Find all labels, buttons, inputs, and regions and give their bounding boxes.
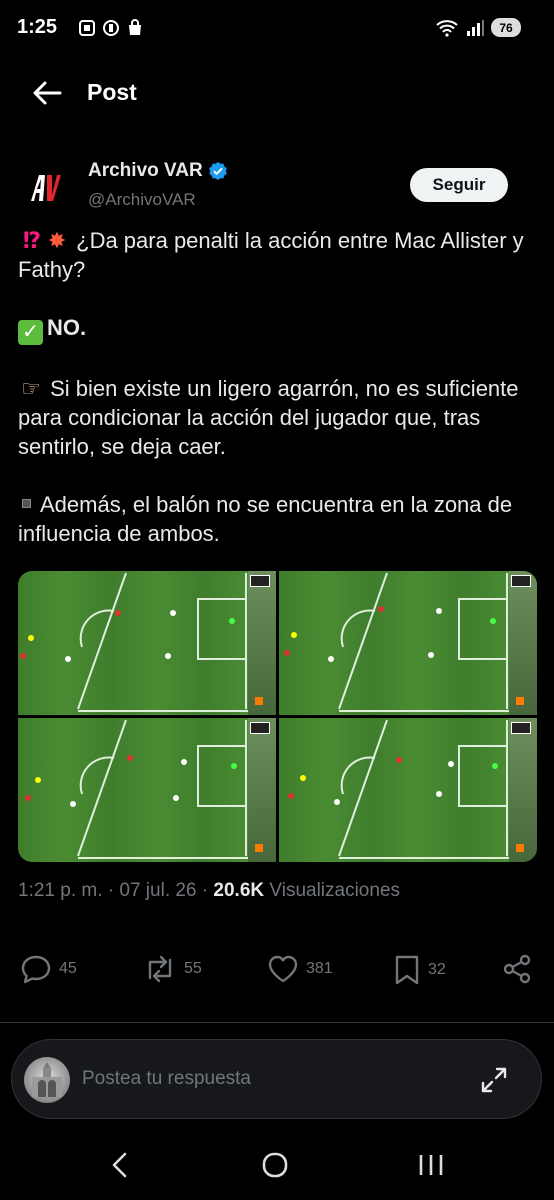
post-paragraph-4: Además, el balón no se encuentra en la z… bbox=[18, 490, 538, 548]
post-text: ⁉ ✸ ¿Da para penalti la acción entre Mac … bbox=[18, 226, 538, 577]
post-text-line-4: Además, el balón no se encuentra en la z… bbox=[18, 492, 513, 546]
media-image-3[interactable] bbox=[18, 718, 276, 862]
divider bbox=[0, 1022, 554, 1023]
battery-indicator: 76 bbox=[491, 18, 521, 37]
bookmark-icon bbox=[395, 955, 419, 985]
score-graphic bbox=[250, 575, 270, 587]
screenshot-icon bbox=[79, 20, 95, 36]
ad-board bbox=[509, 571, 537, 715]
repost-icon bbox=[148, 955, 172, 983]
author-handle[interactable]: @ArchivoVAR bbox=[88, 190, 196, 210]
share-button[interactable] bbox=[502, 954, 532, 984]
ad-board bbox=[248, 718, 276, 862]
post-date: 07 jul. 26 bbox=[119, 880, 197, 901]
expand-icon[interactable] bbox=[479, 1065, 509, 1095]
author-avatar[interactable] bbox=[18, 160, 74, 216]
broadcaster-logo bbox=[255, 697, 263, 705]
repost-count: 55 bbox=[184, 960, 202, 977]
bookmark-button[interactable]: 32 bbox=[393, 954, 446, 986]
top-app-bar: Post bbox=[0, 62, 554, 124]
views-label[interactable]: Visualizaciones bbox=[269, 880, 400, 901]
score-graphic bbox=[250, 722, 270, 734]
recents-nav-icon[interactable] bbox=[418, 1152, 444, 1178]
monument-photo-icon bbox=[32, 1062, 62, 1097]
post-time: 1:21 p. m. bbox=[18, 880, 103, 901]
share-icon bbox=[503, 954, 531, 984]
status-time: 1:25 bbox=[17, 16, 58, 38]
page-title: Post bbox=[87, 79, 137, 105]
post-text-line-2: NO. bbox=[47, 315, 87, 340]
follow-button[interactable]: Seguir bbox=[410, 168, 508, 202]
views-count: 20.6K bbox=[213, 880, 265, 901]
post-meta: 1:21 p. m. · 07 jul. 26 · 20.6K Visualiz… bbox=[18, 880, 401, 901]
ad-board bbox=[509, 718, 537, 862]
reply-button[interactable]: 45 bbox=[20, 954, 77, 984]
post-paragraph-3: ☞ Si bien existe un ligero agarrón, no e… bbox=[18, 374, 538, 461]
score-graphic bbox=[511, 575, 531, 587]
reply-count: 45 bbox=[59, 960, 77, 977]
shopping-bag-icon bbox=[129, 19, 141, 35]
archivo-var-logo-icon bbox=[31, 175, 61, 201]
check-mark-emoji-icon: ✓ bbox=[18, 320, 43, 345]
like-count: 381 bbox=[306, 960, 333, 977]
speech-bubble-icon bbox=[21, 955, 51, 984]
bookmark-count: 32 bbox=[428, 961, 446, 978]
signal-icon bbox=[467, 19, 484, 36]
status-system-icons: 76 bbox=[435, 18, 521, 37]
back-nav-icon[interactable] bbox=[110, 1152, 130, 1178]
post-action-bar: 45 55 381 32 bbox=[0, 948, 554, 992]
broadcaster-logo bbox=[255, 844, 263, 852]
status-bar: 1:25 76 bbox=[0, 0, 554, 58]
wifi-icon bbox=[436, 19, 458, 37]
repost-button[interactable]: 55 bbox=[143, 954, 202, 984]
ad-board bbox=[248, 571, 276, 715]
football-pitch-icon bbox=[288, 719, 509, 859]
author-name-text: Archivo VAR bbox=[88, 160, 203, 181]
post-paragraph-1: ⁉ ✸ ¿Da para penalti la acción entre Mac … bbox=[18, 226, 538, 284]
user-avatar bbox=[24, 1057, 70, 1103]
sync-icon bbox=[103, 20, 119, 36]
black-square-emoji-icon bbox=[22, 499, 31, 508]
post-text-line-3: Si bien existe un ligero agarrón, no es … bbox=[18, 376, 519, 459]
exclamation-question-emoji-icon: ⁉ bbox=[22, 228, 41, 253]
broadcaster-logo bbox=[516, 844, 524, 852]
system-navigation-bar bbox=[0, 1130, 554, 1200]
verified-badge-icon bbox=[208, 162, 227, 180]
heart-icon bbox=[268, 955, 298, 983]
author-name[interactable]: Archivo VAR bbox=[88, 160, 228, 182]
broadcaster-logo bbox=[516, 697, 524, 705]
football-pitch-icon bbox=[20, 572, 248, 712]
post-text-line-1: ¿Da para penalti la acción entre Mac All… bbox=[18, 228, 524, 282]
pointing-hand-emoji-icon: ☞ bbox=[21, 376, 41, 401]
score-graphic bbox=[511, 722, 531, 734]
reply-input[interactable]: Postea tu respuesta bbox=[82, 1068, 251, 1090]
like-button[interactable]: 381 bbox=[267, 954, 333, 984]
arrow-left-icon[interactable] bbox=[30, 78, 64, 108]
status-notification-icons bbox=[78, 19, 144, 37]
home-nav-icon[interactable] bbox=[262, 1152, 288, 1178]
media-image-2[interactable] bbox=[279, 571, 537, 715]
reply-composer[interactable]: Postea tu respuesta bbox=[11, 1039, 542, 1119]
media-image-4[interactable] bbox=[279, 718, 537, 862]
media-image-1[interactable] bbox=[18, 571, 276, 715]
football-pitch-icon bbox=[284, 572, 509, 712]
post-paragraph-2: ✓ NO. bbox=[18, 313, 538, 345]
football-pitch-icon bbox=[25, 719, 248, 859]
post-media-grid[interactable] bbox=[18, 571, 537, 862]
collision-emoji-icon: ✸ bbox=[47, 228, 67, 253]
